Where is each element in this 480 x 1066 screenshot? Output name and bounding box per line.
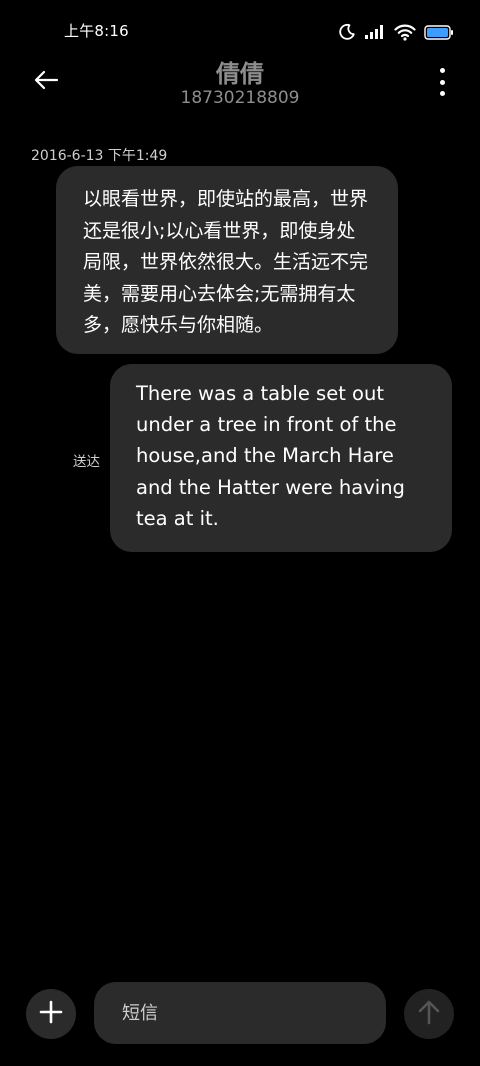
battery-icon bbox=[424, 24, 454, 40]
conversation-header: 倩倩 18730218809 bbox=[0, 50, 480, 120]
add-attachment-button[interactable] bbox=[26, 989, 76, 1039]
more-vertical-icon-dot bbox=[439, 91, 445, 96]
contact-name: 倩倩 bbox=[216, 60, 264, 88]
outgoing-message-text: There was a table set out under a tree i… bbox=[136, 382, 405, 530]
more-vertical-icon bbox=[439, 68, 445, 73]
incoming-message-bubble[interactable]: 以眼看世界，即使站的最高，世界还是很小;以心看世界，即使身处局限，世界依然很大。… bbox=[56, 166, 398, 354]
arrow-up-icon bbox=[417, 999, 441, 1029]
signal-icon bbox=[364, 24, 386, 40]
status-time: 上午8:16 bbox=[64, 22, 129, 40]
compose-bar bbox=[0, 980, 480, 1050]
message-input[interactable] bbox=[94, 982, 386, 1044]
more-options-button[interactable] bbox=[432, 68, 452, 96]
contact-number: 18730218809 bbox=[180, 88, 300, 108]
message-timestamp: 2016-6-13 下午1:49 bbox=[31, 148, 168, 164]
more-vertical-icon-dot bbox=[439, 79, 445, 85]
outgoing-message-bubble[interactable]: There was a table set out under a tree i… bbox=[110, 364, 452, 552]
status-icons bbox=[338, 21, 454, 43]
moon-icon bbox=[338, 23, 356, 41]
delivery-status: 送达 bbox=[73, 454, 100, 470]
wifi-icon bbox=[394, 24, 416, 41]
incoming-message-text: 以眼看世界，即使站的最高，世界还是很小;以心看世界，即使身处局限，世界依然很大。… bbox=[83, 188, 369, 336]
send-button[interactable] bbox=[404, 989, 454, 1039]
plus-icon bbox=[39, 1000, 63, 1028]
